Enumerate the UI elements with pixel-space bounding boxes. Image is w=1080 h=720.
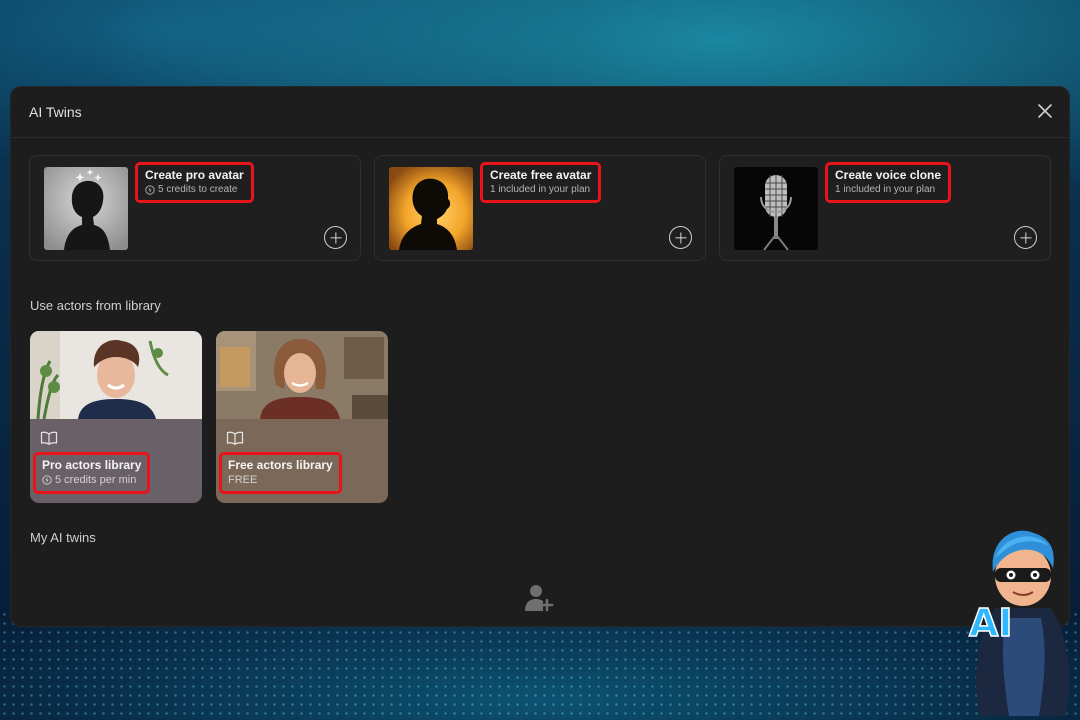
free-actors-library-card[interactable]: Free actors library FREE: [216, 331, 388, 503]
pro-actors-label-box: Pro actors library 5 credits per min: [33, 452, 151, 494]
free-actors-footer: Free actors library FREE: [216, 419, 388, 503]
card-title: Create pro avatar: [145, 168, 244, 182]
add-voice-clone-button[interactable]: [1014, 226, 1037, 249]
card-subtitle-row: 1 included in your plan: [835, 183, 941, 196]
add-pro-avatar-button[interactable]: [324, 226, 347, 249]
background-dot-pattern: [0, 610, 1080, 720]
library-section-label: Use actors from library: [30, 298, 161, 313]
card-subtitle: 1 included in your plan: [835, 184, 936, 195]
free-actors-label-box: Free actors library FREE: [219, 452, 342, 494]
card-title: Create free avatar: [490, 168, 592, 182]
modal-title: AI Twins: [29, 104, 82, 120]
card-subtitle: 1 included in your plan: [490, 184, 591, 195]
close-icon[interactable]: [1035, 101, 1055, 121]
modal-header: AI Twins: [11, 87, 1069, 138]
free-actor-photo: [216, 331, 388, 419]
create-voice-clone-card[interactable]: Create voice clone 1 included in your pl…: [719, 155, 1051, 261]
library-card-title: Free actors library: [228, 458, 333, 472]
card-subtitle-row: 5 credits to create: [145, 183, 244, 196]
library-card-subtitle-row: FREE: [228, 473, 333, 487]
mascot-ai-text: AI: [969, 601, 1013, 645]
library-card-subtitle: 5 credits per min: [55, 474, 137, 486]
book-open-icon: [226, 431, 244, 445]
card-title: Create voice clone: [835, 168, 942, 182]
add-free-avatar-button[interactable]: [669, 226, 692, 249]
card-subtitle-row: 1 included in your plan: [490, 183, 591, 196]
library-card-subtitle: FREE: [228, 474, 258, 486]
pro-actors-library-card[interactable]: Pro actors library 5 credits per min: [30, 331, 202, 503]
credit-coin-icon: [42, 475, 52, 485]
pro-actor-photo: [30, 331, 202, 419]
pro-actors-footer: Pro actors library 5 credits per min: [30, 419, 202, 503]
credit-coin-icon: [145, 184, 155, 195]
ai-twins-modal: AI Twins Create pro avatar 5 credits to …: [11, 87, 1069, 626]
my-ai-twins-label: My AI twins: [30, 530, 96, 545]
pro-avatar-thumbnail: [44, 167, 128, 250]
voice-clone-label-box: Create voice clone 1 included in your pl…: [825, 162, 952, 203]
pro-avatar-label-box: Create pro avatar 5 credits to create: [135, 162, 254, 203]
card-subtitle: 5 credits to create: [158, 184, 238, 195]
create-pro-avatar-card[interactable]: Create pro avatar 5 credits to create: [29, 155, 361, 261]
free-avatar-thumbnail: [389, 167, 473, 250]
microphone-thumbnail: [734, 167, 818, 250]
book-open-icon: [40, 431, 58, 445]
library-card-title: Pro actors library: [42, 458, 142, 472]
free-avatar-label-box: Create free avatar 1 included in your pl…: [480, 162, 602, 203]
create-free-avatar-card[interactable]: Create free avatar 1 included in your pl…: [374, 155, 706, 261]
library-card-subtitle-row: 5 credits per min: [42, 473, 141, 487]
mascot-superhero: AI: [968, 530, 1070, 716]
add-user-icon[interactable]: [523, 583, 555, 613]
